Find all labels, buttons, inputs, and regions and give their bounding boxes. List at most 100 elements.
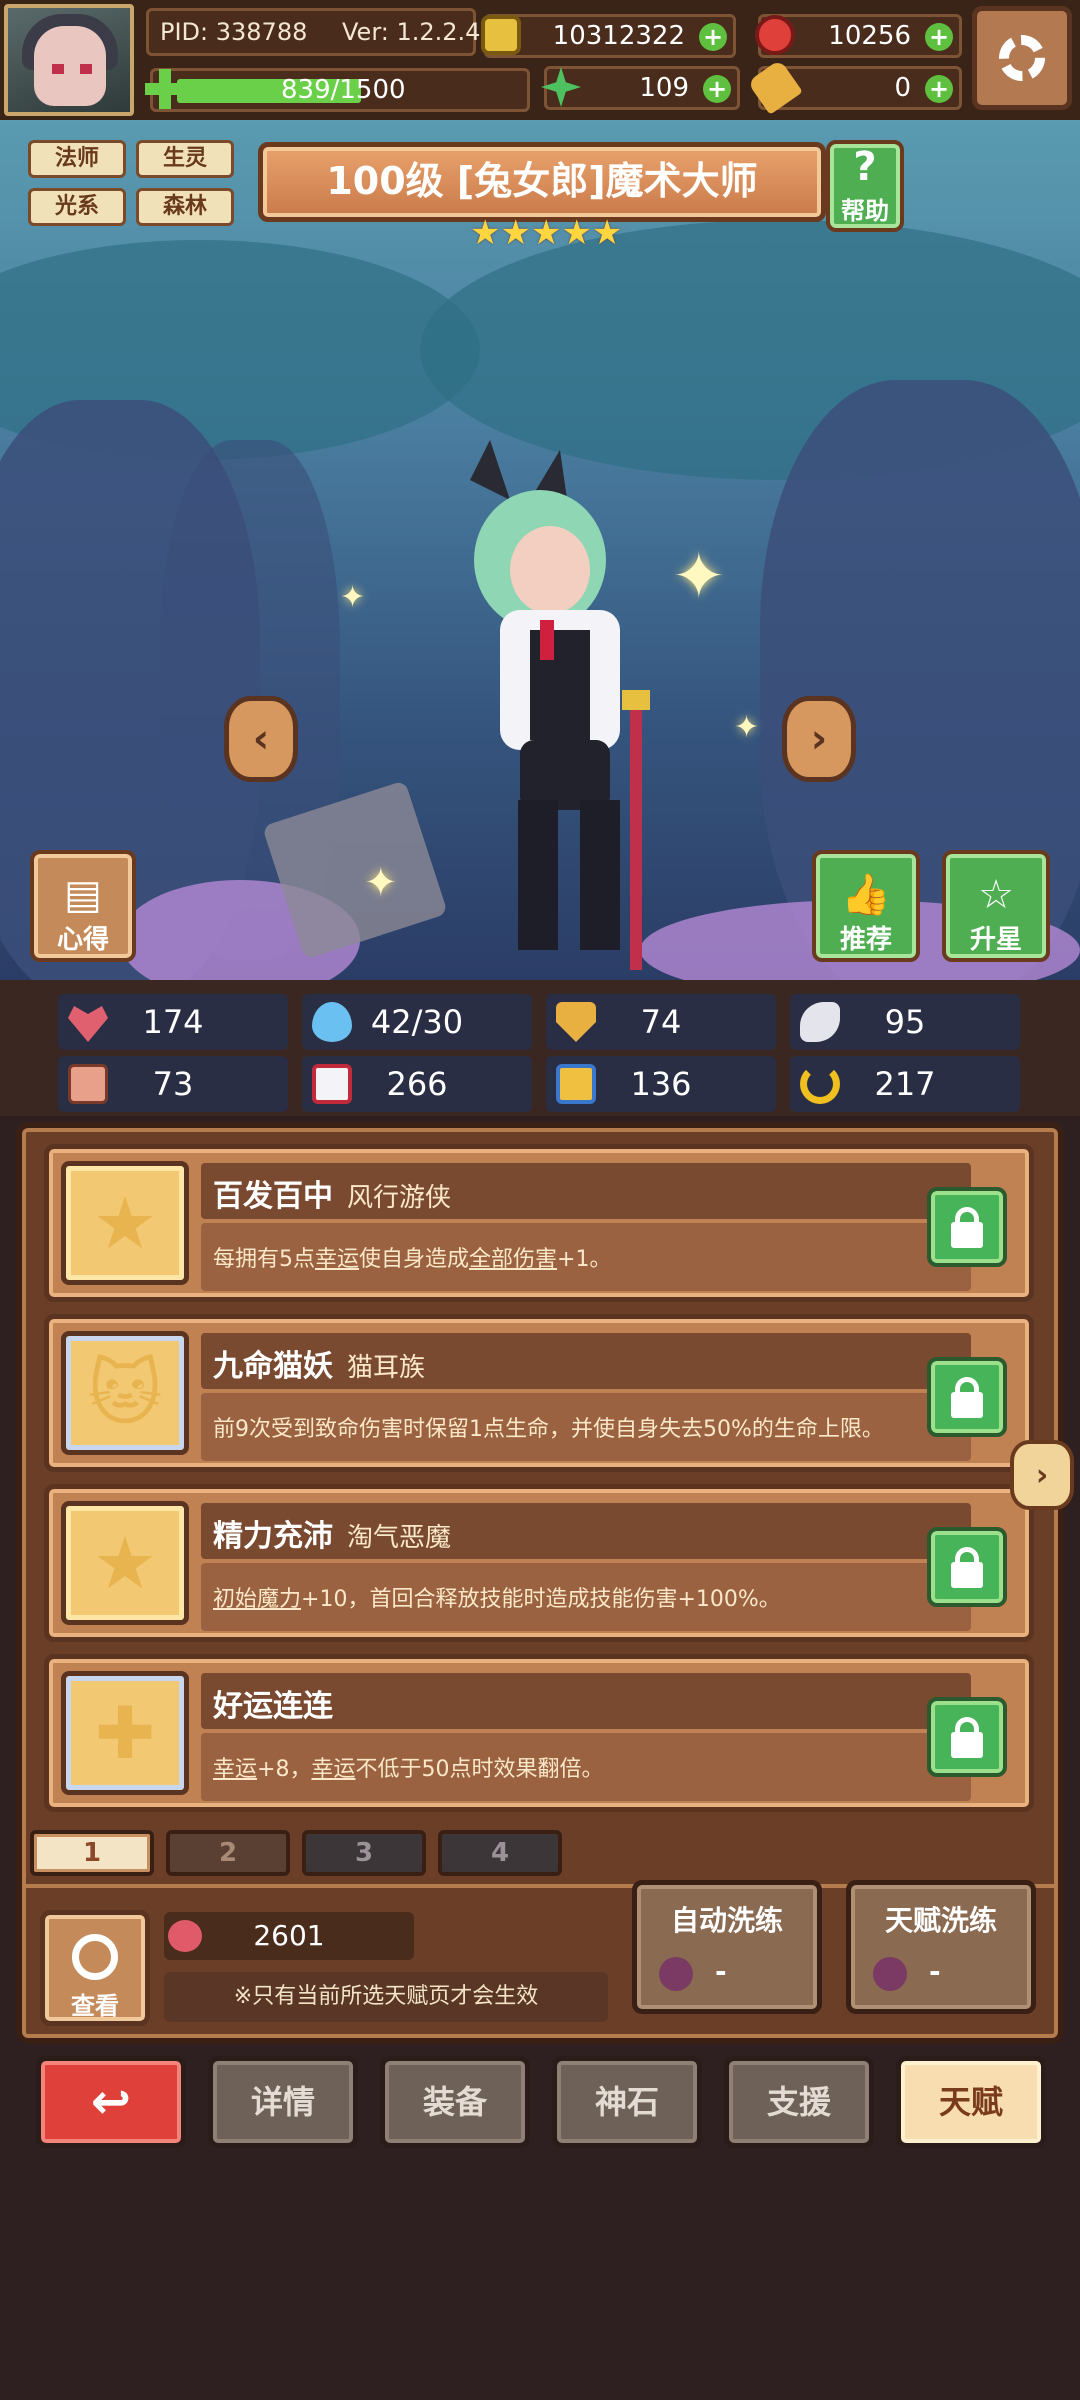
talent-description: 前9次受到致命伤害时保留1点生命，并使自身失去50%的生命上限。	[213, 1417, 884, 1442]
gem-value: 10256	[828, 21, 911, 51]
add-gold-button[interactable]: +	[699, 23, 727, 51]
star-rating: ★★★★★	[470, 216, 622, 250]
notes-label: 心得	[56, 925, 109, 955]
stat-luck-value: 217	[874, 1065, 936, 1103]
talent-lock-button[interactable]	[927, 1527, 1007, 1607]
player-avatar[interactable]	[4, 4, 134, 116]
talent-card[interactable]: 🐱 九命猫妖 猫耳族 前9次受到致命伤害时保留1点生命，并使自身失去50%的生命上…	[44, 1314, 1034, 1472]
lock-body	[951, 1732, 983, 1758]
page-tab-3[interactable]: 3	[302, 1830, 426, 1876]
auto-wash-cost: -	[659, 1951, 805, 1997]
clover-value: 109	[639, 73, 689, 103]
lock-body	[951, 1392, 983, 1418]
talent-description: 每拥有5点幸运使自身造成全部伤害+1。	[213, 1247, 612, 1272]
keyword-link[interactable]: 幸运	[213, 1757, 257, 1782]
talent-name-row: 精力充沛 淘气恶魔	[201, 1503, 971, 1559]
talent-lock-button[interactable]	[927, 1697, 1007, 1777]
nav-equipment[interactable]: 装备	[380, 2056, 530, 2148]
talent-desc-row: 每拥有5点幸运使自身造成全部伤害+1。	[201, 1223, 971, 1291]
clover-counter: 109 +	[541, 66, 740, 110]
nav-stone[interactable]: 神石	[552, 2056, 702, 2148]
talent-description: 初始魔力+10，首回合释放技能时造成技能伤害+100%。	[213, 1587, 781, 1612]
lookup-button[interactable]: 查看	[40, 1910, 150, 2026]
berry-icon	[168, 1920, 202, 1952]
upgrade-star-button[interactable]: ☆ 升星	[942, 850, 1050, 962]
talent-lock-button[interactable]	[927, 1357, 1007, 1437]
page-tab-2[interactable]: 2	[166, 1830, 290, 1876]
notebook-icon: ▤	[64, 872, 102, 918]
stat-attack-value: 73	[152, 1065, 194, 1103]
red-gem-icon	[755, 15, 795, 55]
previous-hero-button[interactable]: ‹	[224, 696, 298, 782]
stat-magic-value: 266	[386, 1065, 448, 1103]
talent-wash-cost: -	[873, 1951, 1019, 1997]
potion-icon	[659, 1957, 693, 1991]
recommend-label: 推荐	[839, 925, 892, 955]
notes-button[interactable]: ▤ 心得	[30, 850, 136, 962]
hero-sprite	[470, 440, 650, 970]
back-button[interactable]: ↩	[36, 2056, 186, 2148]
star-icon: ★	[61, 1161, 189, 1285]
page-tab-4[interactable]: 4	[438, 1830, 562, 1876]
add-clover-button[interactable]: +	[703, 75, 731, 103]
talent-description: 幸运+8，幸运不低于50点时效果翻倍。	[213, 1757, 604, 1782]
settings-button[interactable]	[972, 6, 1072, 110]
talent-desc-row: 幸运+8，幸运不低于50点时效果翻倍。	[201, 1733, 971, 1801]
experience-bar: 839/1500	[145, 68, 530, 112]
talent-name-row: 九命猫妖 猫耳族	[201, 1333, 971, 1389]
chevron-right-icon: ›	[1035, 1457, 1049, 1493]
talent-lock-button[interactable]	[927, 1187, 1007, 1267]
auto-wash-button[interactable]: 自动洗练 -	[632, 1880, 822, 2014]
avatar-eye	[80, 64, 92, 74]
talent-card[interactable]: ✚ 好运连连 幸运+8，幸运不低于50点时效果翻倍。	[44, 1654, 1034, 1812]
lookup-label: 查看	[71, 1992, 119, 2020]
keyword-link[interactable]: 幸运	[315, 1247, 359, 1272]
stat-magic: 266	[302, 1056, 532, 1112]
keyword-link[interactable]: 全部伤害	[469, 1247, 557, 1272]
keyword-link[interactable]: 初始魔力	[213, 1587, 301, 1612]
gear-icon	[999, 35, 1045, 81]
key-value: 0	[894, 73, 911, 103]
talent-wash-button[interactable]: 天赋洗练 -	[846, 1880, 1036, 2014]
sparkle-icon: ✦	[340, 580, 366, 615]
recommend-button[interactable]: 👍 推荐	[812, 850, 920, 962]
version-label: Ver: 1.2.2.4	[342, 18, 481, 46]
add-key-button[interactable]: +	[925, 75, 953, 103]
stat-defense: 74	[546, 994, 776, 1050]
add-gem-button[interactable]: +	[925, 23, 953, 51]
page-tab-1[interactable]: 1	[30, 1830, 154, 1876]
top-bar: PID: 338788 Ver: 1.2.2.4 10312322 + 1025…	[0, 0, 1080, 120]
nav-details[interactable]: 详情	[208, 2056, 358, 2148]
talent-name: 好运连连	[213, 1689, 333, 1724]
auto-wash-cost-value: -	[715, 1955, 727, 1988]
key-counter: 0 +	[747, 59, 962, 115]
chevron-left-icon: ‹	[252, 716, 270, 762]
avatar-eye	[52, 64, 64, 74]
water-drop-icon	[312, 1002, 352, 1042]
talent-card[interactable]: ★ 精力充沛 淘气恶魔 初始魔力+10，首回合释放技能时造成技能伤害+100%。	[44, 1484, 1034, 1642]
stat-speed: 95	[790, 994, 1020, 1050]
talent-source: 风行游侠	[347, 1183, 452, 1213]
stat-defense-value: 74	[640, 1003, 682, 1041]
talent-name-row: 好运连连	[201, 1673, 971, 1729]
nav-support[interactable]: 支援	[724, 2056, 874, 2148]
stat-hp: 174	[58, 994, 288, 1050]
talent-name: 九命猫妖	[213, 1349, 333, 1384]
help-button[interactable]: ? 帮助	[826, 140, 904, 232]
clover-icon	[541, 67, 581, 107]
lock-body	[951, 1222, 983, 1248]
stat-attack: 73	[58, 1056, 288, 1112]
panel-expand-button[interactable]: ›	[1010, 1440, 1074, 1510]
talent-wash-cost-value: -	[929, 1955, 941, 1988]
attribute-panel: 174 42/30 74 95 73 266 136 217	[0, 980, 1080, 1116]
fist-icon	[68, 1064, 108, 1104]
talent-card[interactable]: ★ 百发百中 风行游侠 每拥有5点幸运使自身造成全部伤害+1。	[44, 1144, 1034, 1302]
tag-class: 法师	[28, 140, 126, 178]
talent-wash-label: 天赋洗练	[884, 1904, 997, 1937]
sparkle-icon: ✦	[364, 860, 398, 906]
nav-talent[interactable]: 天赋	[896, 2056, 1046, 2148]
stat-speed-value: 95	[884, 1003, 926, 1041]
next-hero-button[interactable]: ›	[782, 696, 856, 782]
stat-luck: 217	[790, 1056, 1020, 1112]
keyword-link[interactable]: 幸运	[311, 1757, 355, 1782]
